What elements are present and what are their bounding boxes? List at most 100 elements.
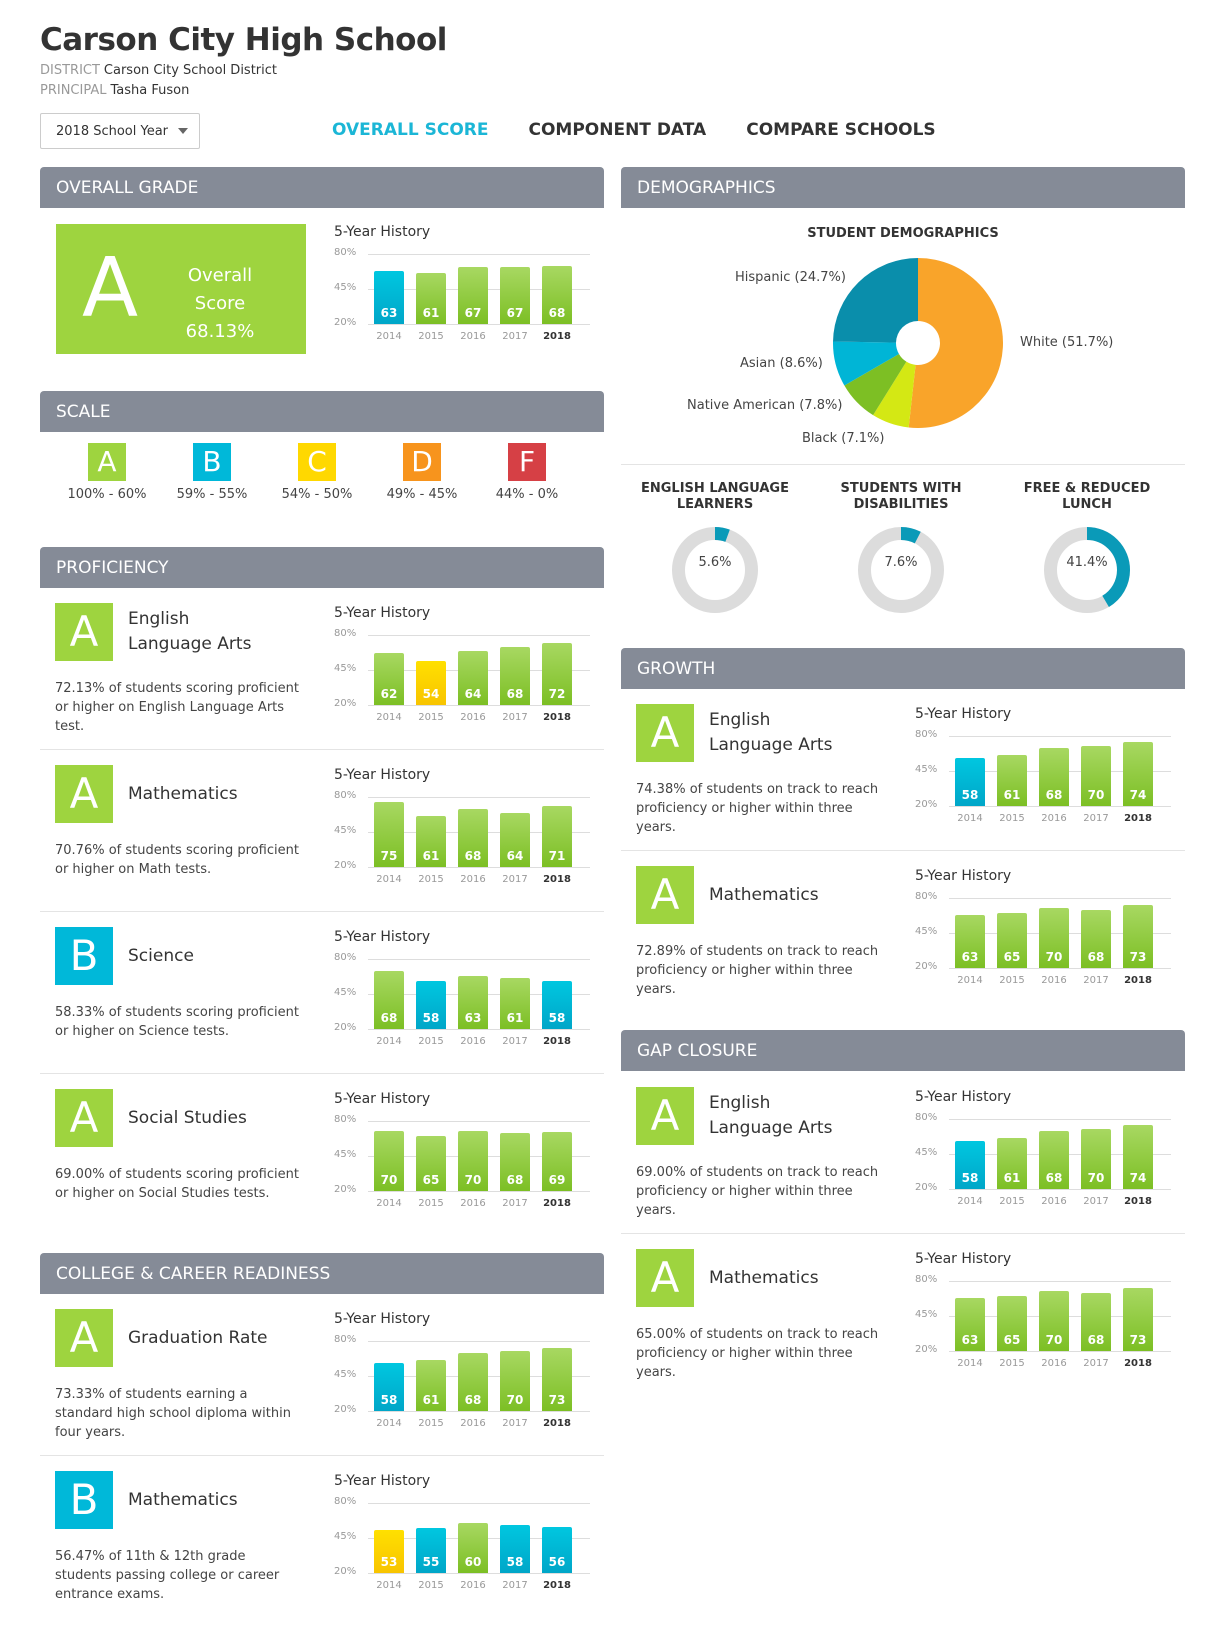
bar-value-label: 65 — [1003, 1333, 1021, 1347]
bar-2016: 70 — [1039, 908, 1069, 968]
grade-range: 59% - 55% — [176, 487, 248, 502]
x-tick-label: 2017 — [1083, 1358, 1109, 1369]
bar-value-label: 74 — [1129, 788, 1147, 802]
ring-chart-block: STUDENTS WITH DISABILITIES 7.6% — [811, 481, 991, 613]
gridline — [949, 806, 1171, 807]
bar-2015: 65 — [997, 913, 1027, 968]
pie-label-black: Black (7.1%) — [802, 431, 885, 446]
bar-2015: 54 — [416, 661, 446, 705]
tab-compare-schools[interactable]: COMPARE SCHOOLS — [746, 120, 935, 140]
bar-2016: 68 — [1039, 1131, 1069, 1189]
bar-2015: 61 — [997, 755, 1027, 806]
gridline — [368, 797, 590, 798]
bar-value-label: 61 — [506, 1011, 524, 1025]
bar-value-label: 68 — [506, 1173, 524, 1187]
overall-grade-box: A Overall Score 68.13% — [56, 224, 306, 354]
gridline — [949, 1189, 1171, 1190]
bar-2015: 65 — [997, 1296, 1027, 1351]
y-tick-label: 20% — [915, 1182, 938, 1193]
bar-2015: 61 — [997, 1138, 1027, 1189]
metric-description: 72.89% of students on track to reach pro… — [636, 944, 879, 997]
x-tick-label: 2017 — [502, 331, 528, 342]
bar-value-label: 73 — [548, 1393, 566, 1407]
bar-value-label: 68 — [1045, 1171, 1063, 1185]
chart-title: 5-Year History — [334, 767, 431, 783]
bar-2018: 74 — [1123, 742, 1153, 806]
school-year-select[interactable]: 2018 School Year — [40, 113, 200, 149]
bar-value-label: 69 — [548, 1173, 566, 1187]
x-tick-label: 2018 — [543, 331, 571, 342]
history-chart: 5-Year History 80% 45% 20% 63 2014 65 2015 70 201… — [915, 1251, 1171, 1381]
x-tick-label: 2016 — [460, 874, 486, 885]
pie-label-asian: Asian (8.6%) — [740, 356, 823, 371]
bar-value-label: 61 — [1003, 788, 1021, 802]
y-tick-label: 80% — [334, 1114, 357, 1125]
bar-2017: 70 — [1081, 1129, 1111, 1189]
chart-title: 5-Year History — [915, 1251, 1012, 1267]
gridline — [368, 1341, 590, 1342]
gridline — [949, 1119, 1171, 1120]
gridline — [368, 1503, 590, 1504]
subject-name: English Language Arts — [709, 1091, 832, 1141]
row-divider — [40, 911, 604, 912]
demographics-header: DEMOGRAPHICS — [621, 167, 1185, 208]
ring-track — [672, 527, 758, 613]
bar-2014: 70 — [374, 1131, 404, 1191]
subject-name: Social Studies — [128, 1106, 247, 1131]
scale-item-c: C 54% - 50% — [272, 443, 362, 502]
overall-score-value: 68.13% — [185, 321, 255, 342]
growth-header: GROWTH — [621, 648, 1185, 689]
gridline — [368, 635, 590, 636]
metric-description: 74.38% of students on track to reach pro… — [636, 782, 879, 835]
grade-range: 54% - 50% — [281, 487, 353, 502]
x-tick-label: 2018 — [543, 1198, 571, 1209]
x-tick-label: 2018 — [543, 874, 571, 885]
grade-badge: B — [55, 1471, 113, 1529]
ring-title: FREE & REDUCED LUNCH — [997, 481, 1177, 515]
y-tick-label: 80% — [334, 247, 357, 258]
subject-line: English — [128, 609, 190, 629]
x-tick-label: 2017 — [1083, 1196, 1109, 1207]
x-tick-label: 2016 — [460, 1580, 486, 1591]
scale-item-d: D 49% - 45% — [377, 443, 467, 502]
scale-item-b: B 59% - 55% — [167, 443, 257, 502]
grade-range: 49% - 45% — [386, 487, 458, 502]
history-chart: 5-Year History 80% 45% 20% 53 2014 55 2015 60 201… — [334, 1473, 590, 1603]
x-tick-label: 2015 — [999, 1196, 1025, 1207]
subject-line: Mathematics — [128, 1490, 238, 1510]
bar-2016: 68 — [1039, 748, 1069, 806]
bar-2015: 55 — [416, 1528, 446, 1573]
y-tick-label: 20% — [334, 698, 357, 709]
bar-value-label: 60 — [464, 1555, 482, 1569]
gridline — [368, 324, 590, 325]
district-line: DISTRICT Carson City School District — [40, 63, 277, 78]
bar-value-label: 70 — [1045, 950, 1063, 964]
scale-item-a: A 100% - 60% — [62, 443, 152, 502]
metric-row: A Mathematics 65.00% of students on track … — [621, 1249, 1185, 1389]
x-tick-label: 2014 — [957, 975, 983, 986]
principal-value: Tasha Fuson — [110, 83, 190, 98]
grade-badge: A — [636, 704, 694, 762]
grade-badge: A — [55, 1309, 113, 1367]
x-tick-label: 2014 — [376, 1036, 402, 1047]
ring-title-line: LEARNERS — [676, 497, 754, 512]
bar-2017: 70 — [1081, 746, 1111, 806]
metric-row: A Mathematics 72.89% of students on track … — [621, 866, 1185, 1006]
gap-closure-header: GAP CLOSURE — [621, 1030, 1185, 1071]
x-tick-label: 2017 — [1083, 975, 1109, 986]
x-tick-label: 2015 — [418, 331, 444, 342]
subject-line: Social Studies — [128, 1108, 247, 1128]
bar-value-label: 63 — [464, 1011, 482, 1025]
subject-line: Graduation Rate — [128, 1328, 268, 1348]
pie-label-white: White (51.7%) — [1020, 335, 1114, 350]
y-tick-label: 80% — [915, 891, 938, 902]
chart-title: 5-Year History — [334, 1311, 431, 1327]
x-tick-label: 2017 — [502, 1580, 528, 1591]
tab-component-data[interactable]: COMPONENT DATA — [528, 120, 706, 140]
tab-overall-score[interactable]: OVERALL SCORE — [332, 120, 488, 140]
x-tick-label: 2016 — [460, 1036, 486, 1047]
scale-header: SCALE — [40, 391, 604, 432]
subject-line: Language Arts — [128, 634, 252, 654]
x-tick-label: 2017 — [502, 1198, 528, 1209]
subject-line: English — [709, 1093, 771, 1113]
